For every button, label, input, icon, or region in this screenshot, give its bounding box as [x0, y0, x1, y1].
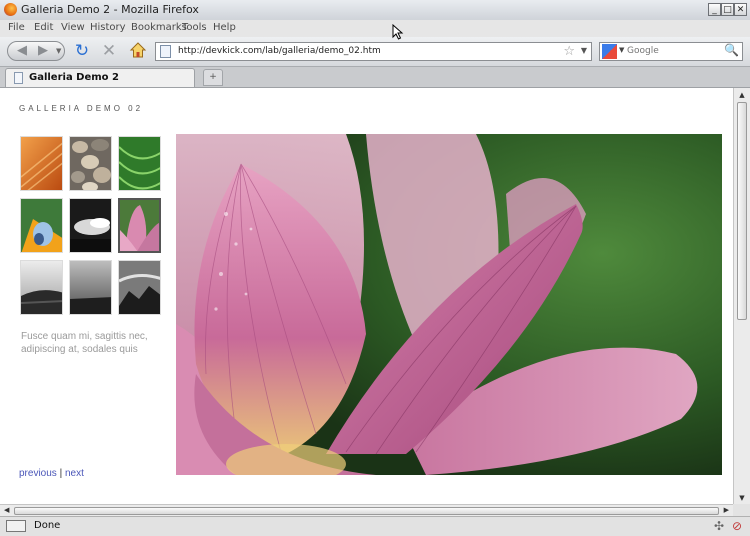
status-bar: Done ✣ ⊘ — [0, 516, 750, 536]
page-icon — [160, 45, 171, 58]
firefox-window: Galleria Demo 2 - Mozilla Firefox _ □ ✕ … — [0, 0, 750, 536]
home-icon[interactable] — [129, 41, 147, 61]
url-bar[interactable]: http://devkick.com/lab/galleria/demo_02.… — [155, 42, 592, 61]
gallery-title: GALLERIA DEMO 02 — [19, 104, 144, 113]
mouse-cursor-icon — [392, 24, 404, 40]
stop-icon[interactable]: ✕ — [100, 41, 118, 61]
previous-link[interactable]: previous — [19, 468, 57, 479]
scroll-up-icon[interactable]: ▲ — [736, 91, 748, 99]
menu-view[interactable]: View — [61, 22, 85, 33]
horizontal-scrollbar[interactable]: ◀ ▶ — [0, 504, 733, 516]
tab-galleria-demo-2[interactable]: Galleria Demo 2 — [5, 68, 195, 87]
reload-icon[interactable]: ↻ — [72, 41, 92, 61]
scroll-left-icon[interactable]: ◀ — [4, 506, 9, 514]
thumb-bw-sky[interactable] — [69, 260, 112, 315]
menu-edit[interactable]: Edit — [34, 22, 53, 33]
vertical-scrollbar[interactable]: ▲ ▼ — [733, 88, 750, 504]
new-tab-button[interactable]: + — [203, 69, 223, 86]
search-icon[interactable]: 🔍 — [724, 43, 739, 57]
pager-separator: | — [59, 468, 63, 479]
status-page-icon — [6, 520, 26, 532]
title-bar: Galleria Demo 2 - Mozilla Firefox _ □ ✕ — [0, 0, 750, 21]
bookmark-star-icon[interactable]: ☆ — [563, 44, 575, 59]
next-link[interactable]: next — [65, 468, 84, 479]
minimize-button[interactable]: _ — [708, 3, 721, 16]
thumb-bw-rocks[interactable] — [118, 260, 161, 315]
thumb-green-grass[interactable] — [118, 136, 161, 191]
close-button[interactable]: ✕ — [734, 3, 747, 16]
tab-page-icon — [14, 72, 23, 84]
thumbnail-grid — [20, 136, 166, 318]
maximize-button[interactable]: □ — [721, 3, 734, 16]
vertical-scroll-thumb[interactable] — [737, 102, 747, 320]
search-bar[interactable]: ▼ 🔍 — [599, 42, 743, 61]
scroll-right-icon[interactable]: ▶ — [724, 506, 729, 514]
search-input[interactable] — [627, 46, 717, 56]
thumb-dark-clouds[interactable] — [69, 198, 112, 253]
status-text: Done — [34, 520, 61, 531]
thumb-bw-landscape[interactable] — [20, 260, 63, 315]
menu-history[interactable]: History — [90, 22, 126, 33]
menu-help[interactable]: Help — [213, 22, 236, 33]
security-icon[interactable]: ⊘ — [732, 519, 742, 533]
menu-tools[interactable]: Tools — [182, 22, 207, 33]
thumb-yellow-flower[interactable] — [20, 198, 63, 253]
menu-file[interactable]: File — [8, 22, 25, 33]
image-caption: Fusce quam mi, sagittis nec, adipiscing … — [21, 331, 148, 355]
tab-bar: Galleria Demo 2 + — [0, 67, 750, 88]
main-image-pink-lotus — [176, 134, 722, 475]
google-engine-icon[interactable] — [602, 44, 617, 59]
page-content: GALLERIA DEMO 02 Fusce quam mi, sagittis… — [0, 88, 733, 504]
back-icon[interactable]: ◀ — [17, 43, 27, 59]
scroll-down-icon[interactable]: ▼ — [736, 494, 748, 502]
tab-label: Galleria Demo 2 — [29, 72, 119, 83]
forward-icon[interactable]: ▶ — [38, 43, 48, 59]
firefox-logo-icon — [4, 3, 17, 16]
thumb-orange-leaf[interactable] — [20, 136, 63, 191]
menu-bar: File Edit View History Bookmarks Tools H… — [0, 20, 750, 37]
history-dropdown-icon[interactable]: ▼ — [56, 47, 61, 55]
url-dropdown-icon[interactable]: ▼ — [581, 46, 587, 55]
horizontal-scroll-thumb[interactable] — [14, 507, 719, 515]
back-forward-group: ◀ ▶ ▼ — [7, 41, 65, 61]
thumb-pink-lotus[interactable] — [118, 198, 161, 253]
addon-icon[interactable]: ✣ — [714, 519, 724, 533]
engine-dropdown-icon[interactable]: ▼ — [619, 46, 624, 54]
url-text: http://devkick.com/lab/galleria/demo_02.… — [178, 46, 381, 56]
navigation-toolbar: ◀ ▶ ▼ ↻ ✕ http://devkick.com/lab/galleri… — [0, 37, 750, 67]
thumb-pebbles[interactable] — [69, 136, 112, 191]
scrollbar-corner — [733, 504, 750, 516]
window-title: Galleria Demo 2 - Mozilla Firefox — [21, 3, 199, 16]
menu-bookmarks[interactable]: Bookmarks — [131, 22, 187, 33]
pager: previous | next — [19, 468, 84, 479]
